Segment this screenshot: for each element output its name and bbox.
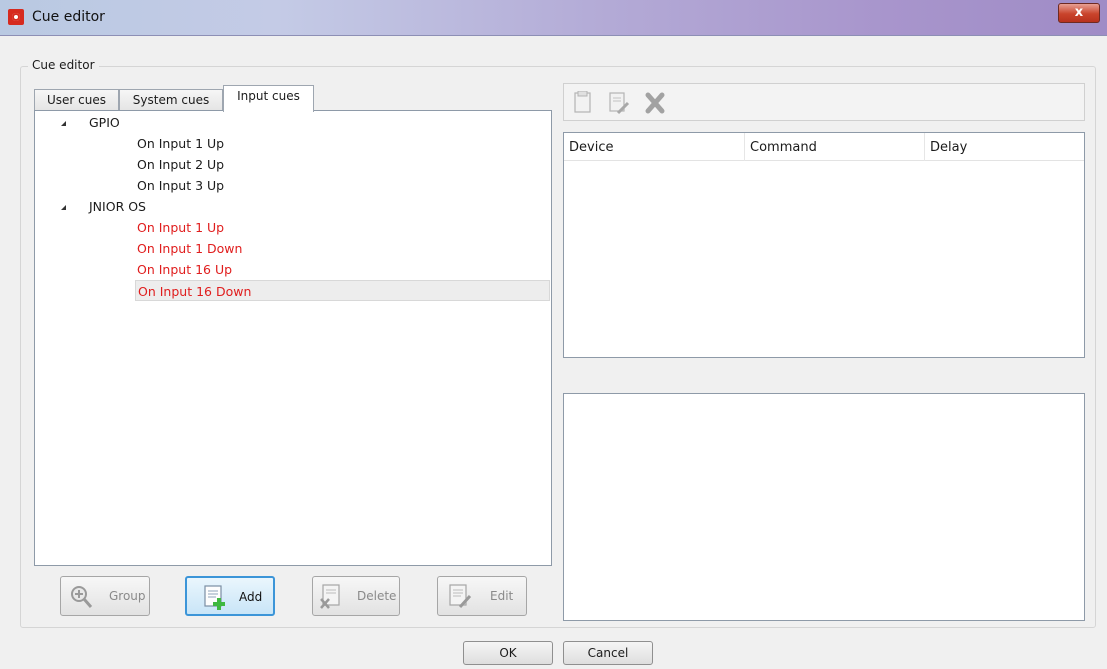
delete-document-icon bbox=[320, 584, 340, 609]
add-document-icon bbox=[204, 585, 225, 610]
new-document-icon[interactable] bbox=[572, 91, 594, 115]
tree-item[interactable]: On Input 2 Up bbox=[137, 154, 224, 175]
tree-group-label: GPIO bbox=[89, 115, 120, 130]
delete-button[interactable]: Delete bbox=[312, 576, 400, 616]
command-toolbar bbox=[563, 83, 1085, 121]
tree-item[interactable]: On Input 1 Up bbox=[137, 217, 224, 238]
group-button[interactable]: Group bbox=[60, 576, 150, 616]
expander-icon[interactable] bbox=[61, 121, 66, 126]
add-button-label: Add bbox=[239, 590, 263, 604]
column-command[interactable]: Command bbox=[744, 133, 924, 161]
column-device[interactable]: Device bbox=[564, 133, 744, 161]
tree-item[interactable]: On Input 3 Up bbox=[137, 175, 224, 196]
tab-user-cues[interactable]: User cues bbox=[34, 89, 119, 111]
expander-icon[interactable] bbox=[61, 205, 66, 210]
input-cues-tree[interactable]: GPIO On Input 1 Up On Input 2 Up On Inpu… bbox=[34, 110, 552, 566]
edit-document-icon[interactable] bbox=[608, 91, 630, 115]
edit-document-icon bbox=[449, 584, 472, 609]
grid-header: Device Command Delay bbox=[564, 133, 1084, 161]
column-delay[interactable]: Delay bbox=[924, 133, 1084, 161]
close-button[interactable]: x bbox=[1058, 3, 1100, 23]
delete-button-label: Delete bbox=[357, 589, 397, 603]
app-icon bbox=[8, 9, 24, 25]
cancel-button[interactable]: Cancel bbox=[563, 641, 653, 665]
tree-item[interactable]: On Input 1 Down bbox=[137, 238, 242, 259]
edit-button[interactable]: Edit bbox=[437, 576, 527, 616]
tab-system-cues[interactable]: System cues bbox=[119, 89, 223, 111]
tree-group-label: JNIOR OS bbox=[89, 199, 146, 214]
tree-item[interactable]: On Input 16 Up bbox=[137, 259, 232, 280]
group-label: Cue editor bbox=[28, 58, 99, 72]
edit-button-label: Edit bbox=[490, 589, 514, 603]
ok-button[interactable]: OK bbox=[463, 641, 553, 665]
tree-item[interactable]: On Input 1 Up bbox=[137, 133, 224, 154]
delete-x-icon[interactable] bbox=[644, 91, 666, 115]
add-button[interactable]: Add bbox=[185, 576, 275, 616]
tab-input-cues[interactable]: Input cues bbox=[223, 85, 314, 112]
window-title: Cue editor bbox=[32, 9, 105, 25]
tree-item-selected[interactable]: On Input 16 Down bbox=[135, 280, 550, 301]
group-button-label: Group bbox=[109, 589, 146, 603]
magnifier-add-icon bbox=[71, 586, 93, 608]
commands-grid[interactable]: Device Command Delay bbox=[563, 132, 1085, 358]
detail-pane[interactable] bbox=[563, 393, 1085, 621]
title-bar: Cue editor x bbox=[0, 0, 1107, 36]
